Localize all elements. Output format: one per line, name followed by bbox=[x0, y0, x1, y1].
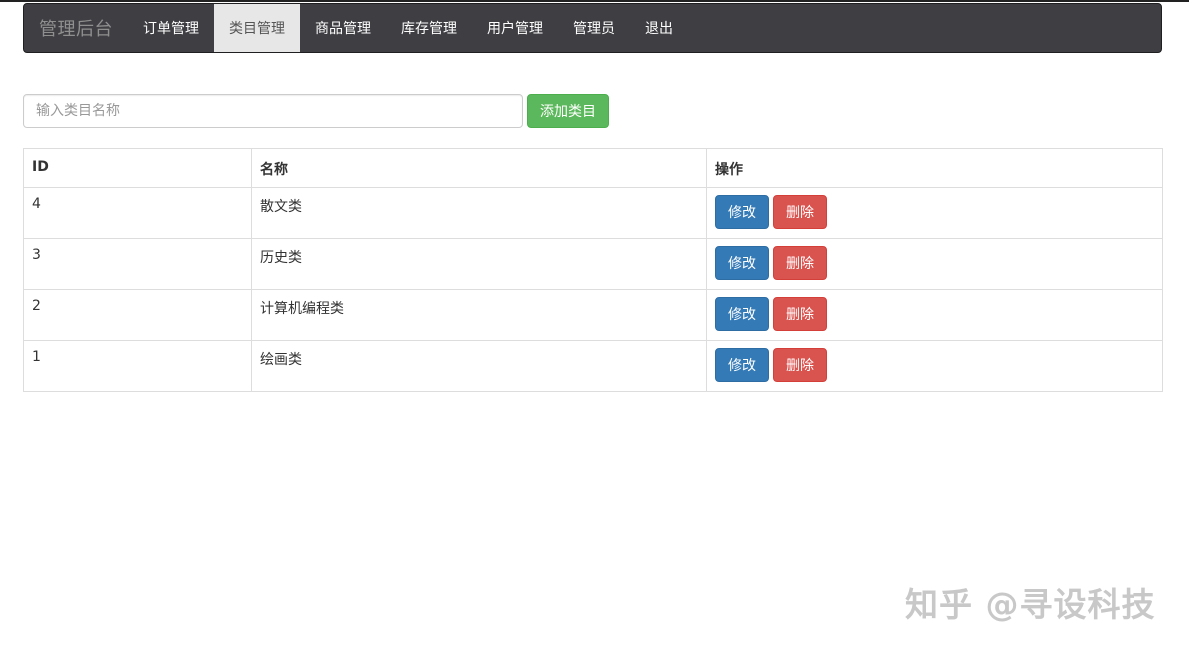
cell-name: 散文类 bbox=[251, 187, 707, 239]
top-border-line bbox=[0, 0, 1189, 2]
cell-actions: 修改 删除 bbox=[706, 289, 1163, 341]
cell-name: 历史类 bbox=[251, 238, 707, 290]
category-name-input[interactable] bbox=[23, 94, 523, 128]
nav-item-products[interactable]: 商品管理 bbox=[300, 4, 386, 52]
nav-item-users[interactable]: 用户管理 bbox=[472, 4, 558, 52]
edit-button[interactable]: 修改 bbox=[715, 348, 769, 382]
delete-button[interactable]: 删除 bbox=[773, 195, 827, 229]
top-navbar: 管理后台 订单管理 类目管理 商品管理 库存管理 用户管理 管理员 退出 bbox=[23, 3, 1162, 53]
cell-id: 2 bbox=[23, 289, 252, 341]
table-row: 4 散文类 修改 删除 bbox=[23, 187, 1163, 239]
nav-item-logout[interactable]: 退出 bbox=[630, 4, 688, 52]
table-row: 3 历史类 修改 删除 bbox=[23, 238, 1163, 290]
navbar-brand[interactable]: 管理后台 bbox=[24, 4, 128, 52]
delete-button[interactable]: 删除 bbox=[773, 348, 827, 382]
table-row: 1 绘画类 修改 删除 bbox=[23, 340, 1163, 392]
category-table: ID 名称 操作 4 散文类 修改 删除 3 历史类 修改 删除 2 计算机编程类 … bbox=[23, 148, 1163, 392]
nav-item-categories[interactable]: 类目管理 bbox=[214, 4, 300, 52]
header-actions: 操作 bbox=[706, 148, 1163, 188]
edit-button[interactable]: 修改 bbox=[715, 195, 769, 229]
delete-button[interactable]: 删除 bbox=[773, 297, 827, 331]
cell-name: 计算机编程类 bbox=[251, 289, 707, 341]
add-category-form: 添加类目 bbox=[23, 94, 609, 128]
cell-actions: 修改 删除 bbox=[706, 187, 1163, 239]
cell-id: 1 bbox=[23, 340, 252, 392]
nav-item-orders[interactable]: 订单管理 bbox=[128, 4, 214, 52]
cell-actions: 修改 删除 bbox=[706, 340, 1163, 392]
edit-button[interactable]: 修改 bbox=[715, 246, 769, 280]
header-name: 名称 bbox=[251, 148, 707, 188]
watermark: 知乎 @寻设科技 bbox=[905, 585, 1156, 624]
nav-item-admins[interactable]: 管理员 bbox=[558, 4, 630, 52]
add-category-button[interactable]: 添加类目 bbox=[527, 94, 609, 128]
cell-id: 3 bbox=[23, 238, 252, 290]
delete-button[interactable]: 删除 bbox=[773, 246, 827, 280]
nav-item-inventory[interactable]: 库存管理 bbox=[386, 4, 472, 52]
table-row: 2 计算机编程类 修改 删除 bbox=[23, 289, 1163, 341]
edit-button[interactable]: 修改 bbox=[715, 297, 769, 331]
cell-name: 绘画类 bbox=[251, 340, 707, 392]
cell-id: 4 bbox=[23, 187, 252, 239]
cell-actions: 修改 删除 bbox=[706, 238, 1163, 290]
header-id: ID bbox=[23, 148, 252, 188]
table-header-row: ID 名称 操作 bbox=[23, 148, 1163, 188]
